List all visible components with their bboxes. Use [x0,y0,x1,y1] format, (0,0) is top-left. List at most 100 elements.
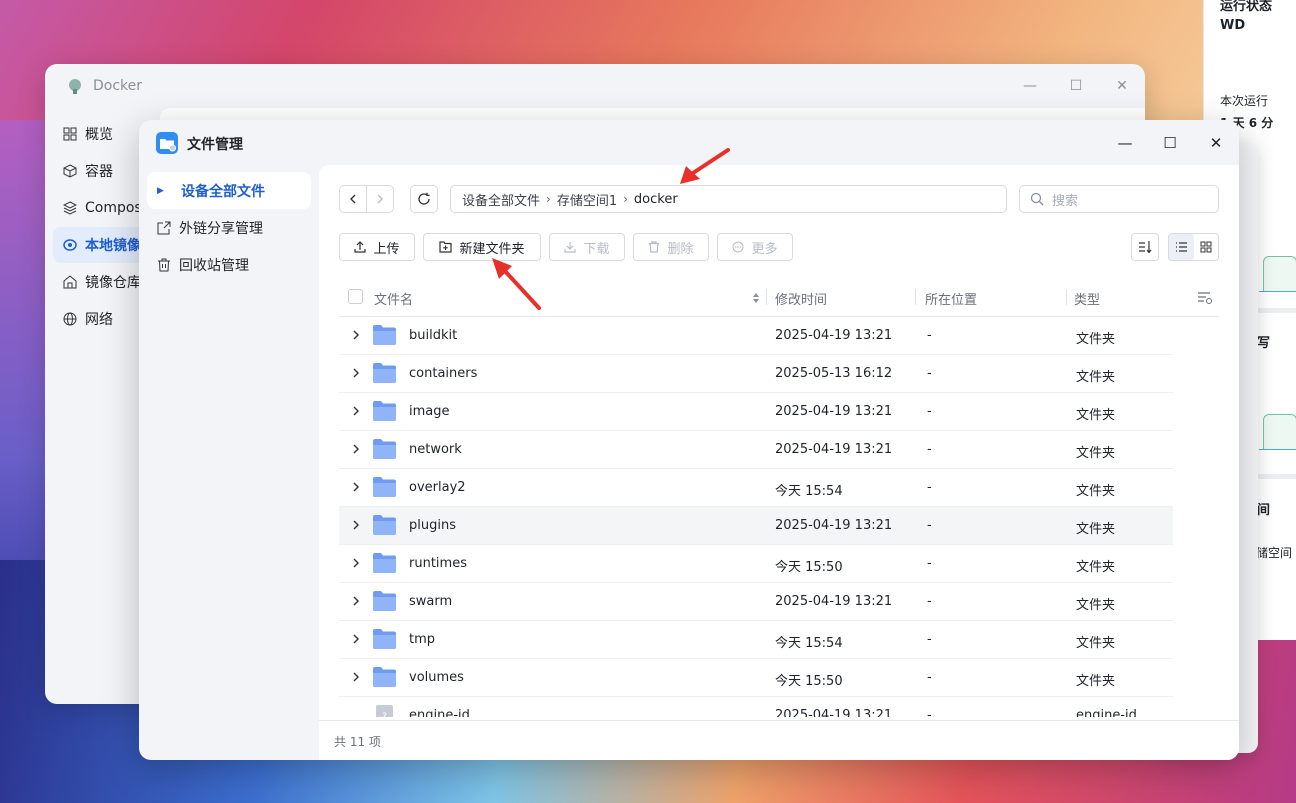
column-header-location[interactable]: 所在位置 [925,289,977,308]
folder-icon [373,439,396,459]
table-row[interactable]: overlay2 今天 15:54 - 文件夹 [339,469,1173,507]
more-button[interactable]: 更多 [717,233,793,261]
grid-view-button[interactable] [1194,234,1219,260]
file-name[interactable]: overlay2 [409,480,466,495]
chevron-right-icon[interactable] [351,329,361,341]
search-input[interactable]: 搜索 [1019,185,1219,213]
chevron-right-icon[interactable] [351,519,361,531]
more-label: 更多 [751,241,778,257]
file-name[interactable]: containers [409,366,477,381]
chevron-right-icon[interactable] [351,633,361,645]
file-name[interactable]: plugins [409,518,456,533]
table-row[interactable]: ? engine-id 2025-04-19 13:21 - engine-id [339,697,1173,717]
uptime-label: 本次运行 [1220,94,1269,108]
refresh-button[interactable] [410,185,438,213]
download-button[interactable]: 下载 [549,233,625,261]
select-all-checkbox[interactable] [348,289,363,304]
close-button[interactable]: ✕ [1205,132,1227,154]
docker-nav-network[interactable]: 网络 [53,301,153,337]
docker-window-title: Docker [93,78,143,94]
file-manager-title: 文件管理 [187,137,243,153]
chevron-right-icon[interactable] [351,405,361,417]
docker-nav-compose[interactable]: Compose [53,190,153,226]
file-name[interactable]: swarm [409,594,452,609]
status-label: 运行状态 [1220,0,1273,14]
file-mtime: 2025-04-19 13:21 [775,328,893,343]
docker-nav-registry[interactable]: 镜像仓库 [53,264,153,300]
table-row[interactable]: buildkit 2025-04-19 13:21 - 文件夹 [339,317,1173,355]
docker-nav-containers[interactable]: 容器 [53,153,153,189]
column-divider[interactable] [766,289,767,305]
file-location: - [927,480,932,495]
file-type: 文件夹 [1076,636,1116,651]
file-location: - [927,404,932,419]
docker-nav-overview[interactable]: 概览 [53,116,153,152]
table-row[interactable]: runtimes 今天 15:50 - 文件夹 [339,545,1173,583]
table-row[interactable]: plugins 2025-04-19 13:21 - 文件夹 [339,507,1173,545]
chevron-right-icon[interactable] [351,481,361,493]
file-list: buildkit 2025-04-19 13:21 - 文件夹 containe… [339,317,1173,717]
disc-icon [63,239,77,251]
column-divider[interactable] [915,289,916,305]
table-row[interactable]: volumes 今天 15:50 - 文件夹 [339,659,1173,697]
file-name[interactable]: tmp [409,632,435,647]
store-icon [63,275,77,289]
sidebar-item-label: 设备全部文件 [181,183,265,200]
sidebar-item-label: 外链分享管理 [179,220,263,237]
upload-button[interactable]: 上传 [339,233,415,261]
breadcrumb-separator-icon: › [546,192,551,206]
table-row[interactable]: containers 2025-05-13 16:12 - 文件夹 [339,355,1173,393]
docker-nav-local-images[interactable]: 本地镜像 [53,227,153,263]
table-row[interactable]: tmp 今天 15:54 - 文件夹 [339,621,1173,659]
sidebar-item-recycle-bin[interactable]: 回收站管理 [147,246,311,283]
chevron-right-icon[interactable] [351,443,361,455]
sort-icon [1139,241,1152,254]
trash-icon [649,241,660,253]
maximize-button[interactable]: ☐ [1159,132,1181,154]
close-button[interactable]: ✕ [1112,76,1132,96]
download-icon [564,242,577,253]
file-manager-window[interactable]: 文件管理 — ☐ ✕ ▶ 设备全部文件 外链分享管理 回收站管理 设备全部文件 … [139,120,1239,760]
file-name[interactable]: network [409,442,462,457]
sidebar-item-link-share[interactable]: 外链分享管理 [147,209,311,246]
chevron-right-icon[interactable] [351,595,361,607]
column-settings-icon[interactable] [1197,291,1213,305]
new-folder-button[interactable]: 新建文件夹 [423,233,541,261]
minimize-button[interactable]: — [1114,132,1136,154]
delete-button[interactable]: 删除 [633,233,709,261]
file-name[interactable]: buildkit [409,328,457,343]
breadcrumb-current[interactable]: docker [634,192,678,207]
folder-icon [373,477,396,497]
file-location: - [927,556,932,571]
sidebar-item-all-files[interactable]: ▶ 设备全部文件 [147,172,311,209]
breadcrumb-item[interactable]: 存储空间1 [557,190,617,209]
table-row[interactable]: swarm 2025-04-19 13:21 - 文件夹 [339,583,1173,621]
folder-icon [373,629,396,649]
file-name[interactable]: engine-id [409,708,470,717]
docker-nav-label: 网络 [85,312,113,328]
back-button[interactable] [339,185,367,213]
sort-arrows-icon[interactable] [752,291,760,305]
breadcrumb[interactable]: 设备全部文件 › 存储空间1 › docker [450,185,1007,213]
file-name[interactable]: runtimes [409,556,467,571]
chevron-right-icon[interactable] [351,671,361,683]
forward-button[interactable] [366,185,394,213]
list-view-button[interactable] [1169,234,1194,260]
breadcrumb-item[interactable]: 设备全部文件 [462,190,540,209]
column-header-mtime[interactable]: 修改时间 [775,289,827,308]
table-row[interactable]: image 2025-04-19 13:21 - 文件夹 [339,393,1173,431]
file-name[interactable]: volumes [409,670,464,685]
file-type: engine-id [1076,708,1137,717]
column-header-type[interactable]: 类型 [1074,289,1100,308]
column-divider[interactable] [1066,289,1067,305]
chevron-right-icon[interactable] [351,367,361,379]
column-header-name[interactable]: 文件名 [374,289,413,308]
folder-icon [373,325,396,345]
chevron-right-icon[interactable] [351,557,361,569]
minimize-button[interactable]: — [1020,76,1040,96]
sort-button[interactable] [1131,233,1159,261]
maximize-button[interactable]: ☐ [1066,76,1086,96]
file-table-header: 文件名 修改时间 所在位置 类型 [339,278,1219,317]
table-row[interactable]: network 2025-04-19 13:21 - 文件夹 [339,431,1173,469]
file-name[interactable]: image [409,404,450,419]
